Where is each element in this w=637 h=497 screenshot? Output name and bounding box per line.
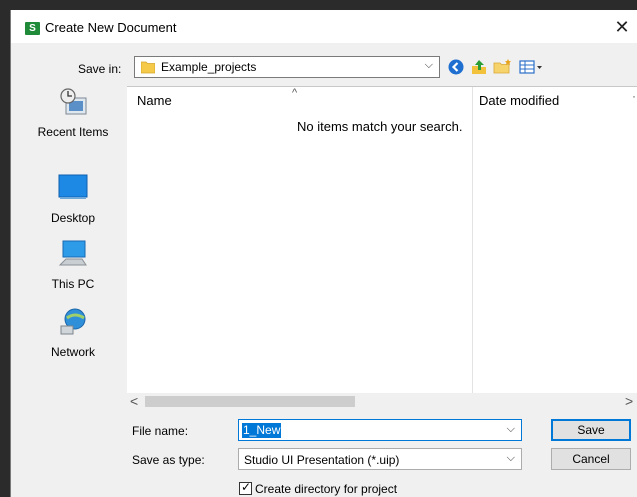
cancel-button[interactable]: Cancel [551, 448, 631, 470]
scroll-right-icon[interactable]: > [625, 393, 633, 410]
view-menu-icon[interactable] [518, 58, 544, 76]
place-this-pc[interactable]: This PC [25, 238, 121, 291]
place-label: Network [50, 345, 95, 359]
file-name-value: 1_New [242, 423, 282, 438]
back-icon[interactable] [447, 58, 465, 76]
folder-icon [141, 61, 155, 74]
network-icon [60, 308, 86, 335]
close-button[interactable]: ✕ [609, 16, 635, 38]
place-recent-items[interactable]: Recent Items [25, 86, 121, 139]
empty-message: No items match your search. [297, 119, 463, 134]
new-folder-icon[interactable] [493, 58, 513, 76]
column-header-date-modified[interactable]: Date modified [479, 93, 559, 108]
place-label: Desktop [50, 211, 96, 225]
this-pc-icon [58, 240, 87, 266]
create-directory-checkbox[interactable]: ✓ [239, 480, 252, 495]
up-folder-icon[interactable] [470, 58, 488, 76]
horizontal-scrollbar[interactable]: < > [127, 393, 637, 410]
desktop-icon [58, 174, 88, 199]
create-new-document-dialog: S Create New Document ✕ Save in: Example… [10, 10, 637, 497]
place-label: This PC [51, 277, 95, 291]
file-list[interactable]: Name ^ Date modified · No items match yo… [127, 86, 637, 410]
place-label: Recent Items [37, 125, 109, 139]
app-icon: S [25, 22, 40, 35]
sort-ascending-icon: ^ [292, 87, 298, 99]
save-button[interactable]: Save [551, 419, 631, 441]
chevron-down-icon[interactable]: ⌵ [507, 423, 515, 436]
column-header-overflow[interactable]: · [632, 89, 636, 103]
title-bar[interactable]: S Create New Document ✕ [11, 10, 637, 43]
places-bar: Recent Items Desktop This PC Network [25, 86, 121, 396]
scrollbar-thumb[interactable] [145, 396, 355, 407]
save-as-type-select[interactable]: Studio UI Presentation (*.uip) ⌵ [238, 448, 522, 470]
scroll-left-icon[interactable]: < [130, 393, 138, 410]
recent-items-icon [60, 88, 87, 115]
save-in-combo[interactable]: Example_projects ⌵ [134, 56, 440, 78]
chevron-down-icon[interactable]: ⌵ [507, 452, 515, 465]
create-directory-label[interactable]: Create directory for project [255, 482, 397, 496]
file-name-input[interactable]: 1_New ⌵ [238, 419, 522, 441]
place-desktop[interactable]: Desktop [25, 172, 121, 225]
column-divider[interactable] [472, 87, 473, 397]
save-as-type-value: Studio UI Presentation (*.uip) [244, 453, 400, 467]
save-in-label: Save in: [78, 62, 122, 76]
dialog-title: Create New Document [45, 20, 177, 35]
save-as-type-label: Save as type: [132, 453, 205, 467]
column-header-name[interactable]: Name [137, 93, 172, 108]
checkmark-icon: ✓ [241, 480, 252, 494]
file-name-label: File name: [132, 424, 189, 438]
save-in-value: Example_projects [161, 60, 257, 74]
chevron-down-icon[interactable]: ⌵ [425, 59, 433, 72]
place-network[interactable]: Network [25, 306, 121, 359]
